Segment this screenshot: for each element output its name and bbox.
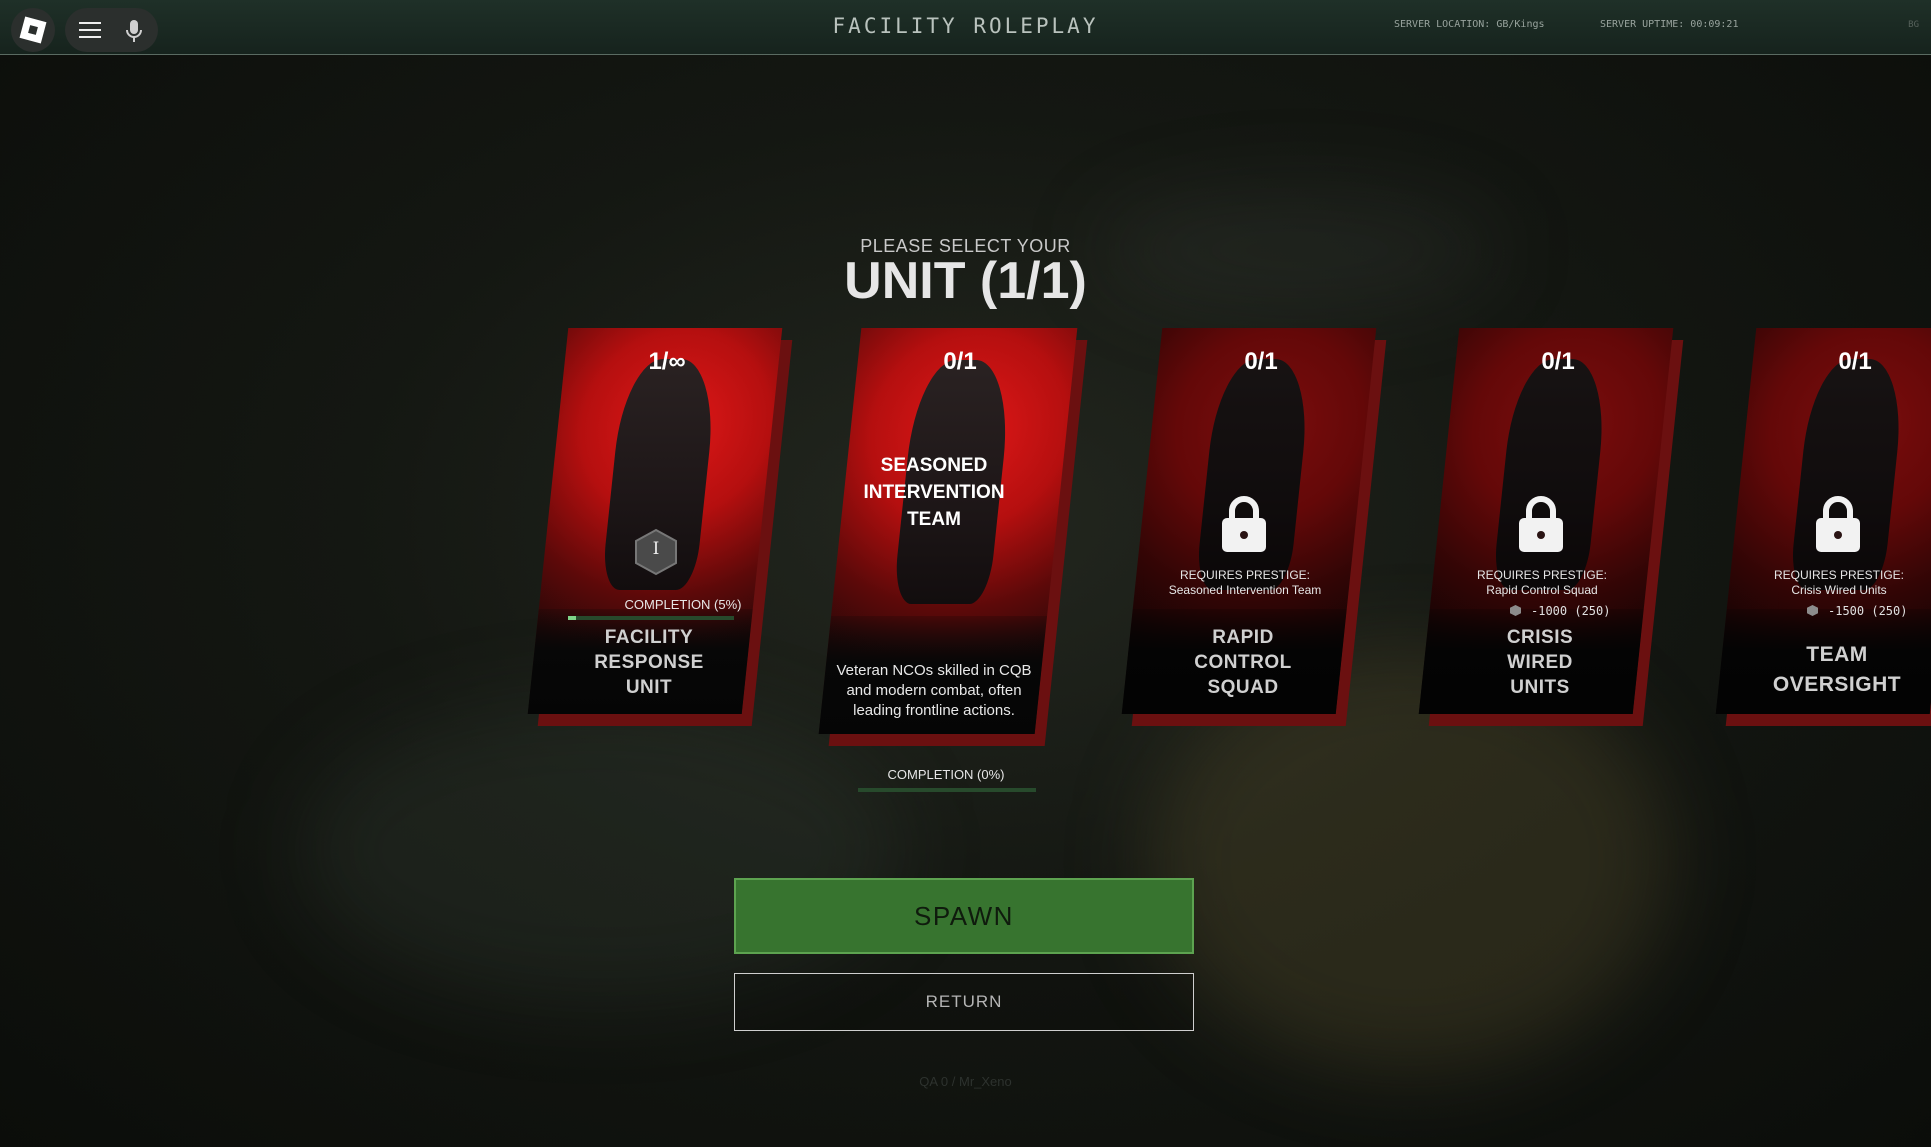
unit-name-line: INTERVENTION [863, 482, 1005, 503]
unit-slot-count: 0/1 [1244, 348, 1278, 375]
soldier-portrait [1194, 358, 1314, 591]
unit-slot-count: 0/1 [1541, 348, 1575, 375]
unit-name: SEASONED INTERVENTION TEAM [826, 452, 1042, 533]
unit-name-line: RAPID [1212, 627, 1274, 648]
unit-name: FACILITY RESPONSE UNIT [542, 625, 756, 700]
return-button[interactable]: RETURN [734, 973, 1194, 1031]
unit-name-line: UNITS [1510, 677, 1570, 698]
soldier-portrait [1491, 358, 1611, 591]
version-credit: QA 0 / Mr_Xeno [919, 1074, 1012, 1089]
unit-card-team-oversight[interactable]: 0/1 REQUIRES PRESTIGE: Crisis Wired Unit… [1715, 328, 1931, 726]
unit-name-line: OVERSIGHT [1772, 673, 1902, 696]
requires-label: REQUIRES PRESTIGE: [1773, 568, 1905, 582]
unit-card-seasoned-intervention-team[interactable]: 0/1 SEASONED INTERVENTION TEAM Veteran N… [818, 328, 1088, 746]
unit-card-rapid-control-squad[interactable]: 0/1 REQUIRES PRESTIGE: Seasoned Interven… [1121, 328, 1387, 726]
requires-value: Rapid Control Squad [1486, 583, 1598, 597]
unit-name-line: SQUAD [1207, 677, 1279, 698]
prestige-requirement: REQUIRES PRESTIGE: Crisis Wired Units [1739, 568, 1931, 598]
currency-icon [1807, 605, 1818, 616]
unit-name-line: SEASONED [880, 455, 988, 476]
unit-name: RAPID CONTROL SQUAD [1136, 625, 1350, 700]
unit-slot-count: 0/1 [1838, 348, 1872, 375]
completion-bar-fill [568, 616, 577, 620]
unit-name: CRISIS WIRED UNITS [1433, 625, 1647, 700]
selected-completion-bar [858, 788, 1036, 792]
soldier-portrait [1788, 358, 1908, 591]
prestige-cost: -1000 (250) [1510, 604, 1610, 618]
unit-name-line: CONTROL [1194, 652, 1292, 673]
server-uptime: SERVER UPTIME: 00:09:21 [1600, 19, 1739, 30]
lock-icon [1519, 496, 1563, 552]
selected-completion-label: COMPLETION (0%) [887, 767, 1005, 782]
description-line: leading frontline actions. [853, 702, 1015, 719]
prestige-requirement: REQUIRES PRESTIGE: Seasoned Intervention… [1145, 568, 1345, 598]
currency-icon [1510, 605, 1521, 616]
unit-card-crisis-wired-units[interactable]: 0/1 REQUIRES PRESTIGE: Rapid Control Squ… [1418, 328, 1684, 726]
description-line: Veteran NCOs skilled in CQB [836, 662, 1032, 679]
unit-slot-count: 1/∞ [648, 348, 686, 375]
requires-label: REQUIRES PRESTIGE: [1476, 568, 1608, 582]
unit-description: Veteran NCOs skilled in CQB and modern c… [824, 661, 1044, 721]
unit-name-line: TEAM [1806, 643, 1868, 666]
unit-card-facility-response-unit[interactable]: 1/∞ I COMPLETION (5%) FACILITY RESPONSE … [527, 328, 793, 726]
unit-name-line: FACILITY [604, 627, 694, 648]
server-location: SERVER LOCATION: GB/Kings [1394, 19, 1545, 30]
prestige-cost: -1500 (250) [1807, 604, 1907, 618]
unit-name-line: RESPONSE [594, 652, 704, 673]
unit-slot-count: 0/1 [943, 348, 977, 375]
background-haze [300, 700, 900, 1000]
cost-value: -1000 (250) [1531, 604, 1611, 618]
rank-badge-label: I [652, 539, 660, 559]
lock-icon [1222, 496, 1266, 552]
completion-label: COMPLETION (5%) [624, 597, 742, 612]
requires-value: Seasoned Intervention Team [1168, 583, 1322, 597]
requires-label: REQUIRES PRESTIGE: [1179, 568, 1311, 582]
lock-icon [1816, 496, 1860, 552]
completion-bar [568, 616, 734, 620]
requires-value: Crisis Wired Units [1791, 583, 1887, 597]
corner-label: BG [1908, 20, 1919, 30]
spawn-button[interactable]: SPAWN [734, 878, 1194, 954]
unit-name-line: CRISIS [1506, 627, 1574, 648]
unit-name-line: UNIT [625, 677, 673, 698]
prestige-requirement: REQUIRES PRESTIGE: Rapid Control Squad [1442, 568, 1642, 598]
unit-name: TEAM OVERSIGHT [1730, 640, 1931, 700]
unit-name-line: TEAM [907, 509, 961, 530]
unit-name-line: WIRED [1507, 652, 1573, 673]
cost-value: -1500 (250) [1828, 604, 1908, 618]
description-line: and modern combat, often [846, 682, 1022, 699]
top-bar: FACILITY ROLEPLAY SERVER LOCATION: GB/Ki… [0, 0, 1931, 55]
unit-title: UNIT (1/1) [844, 252, 1087, 310]
